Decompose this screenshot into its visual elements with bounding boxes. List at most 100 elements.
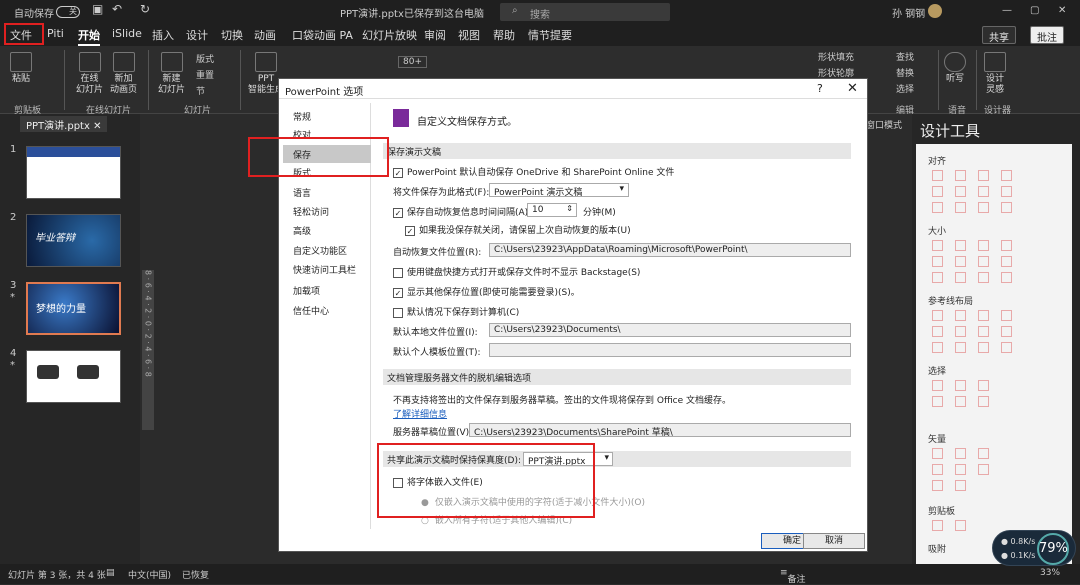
format-select[interactable]: PowerPoint 演示文稿 ▾ bbox=[489, 183, 629, 197]
autorecover-option[interactable]: ✓ 保存自动恢复信息时间间隔(A) bbox=[393, 205, 528, 218]
dictate-button[interactable]: 听写 bbox=[944, 52, 966, 85]
share-button[interactable]: 共享 bbox=[982, 26, 1016, 44]
save-to-pc-label: 默认情况下保存到计算机(C) bbox=[407, 308, 520, 318]
size-icons[interactable] bbox=[932, 272, 1012, 283]
vector-icons[interactable] bbox=[932, 480, 966, 491]
section-button[interactable]: 节 bbox=[196, 84, 205, 97]
close-icon[interactable]: ✕ bbox=[1058, 5, 1066, 16]
notes-button[interactable]: ≡ 备注 bbox=[780, 568, 806, 585]
paste-button[interactable]: 粘贴 bbox=[10, 52, 32, 85]
size-icons[interactable] bbox=[932, 256, 1012, 267]
minimize-icon[interactable]: — bbox=[1002, 5, 1012, 16]
tab-piti[interactable]: Piti bbox=[47, 27, 64, 40]
no-backstage-option[interactable]: 使用键盘快捷方式打开或保存文件时不显示 Backstage(S) bbox=[393, 265, 640, 278]
clipboard-icons[interactable] bbox=[932, 520, 966, 531]
show-more-locations-option[interactable]: ✓ 显示其他保存位置(即使可能需要登录)(S)。 bbox=[393, 285, 580, 298]
cancel-button[interactable]: 取消 bbox=[803, 533, 865, 549]
autosave-toggle[interactable]: 关 bbox=[56, 6, 80, 18]
document-tab[interactable]: PPT演讲.pptx ✕ bbox=[20, 116, 108, 133]
tab-help[interactable]: 帮助 bbox=[493, 27, 515, 43]
tab-storyboard[interactable]: 情节提要 bbox=[528, 27, 572, 43]
new-slide-button[interactable]: 新建 幻灯片 bbox=[158, 52, 185, 96]
select-icons[interactable] bbox=[932, 396, 989, 407]
nav-quick-access[interactable]: 快速访问工具栏 bbox=[283, 260, 371, 278]
user-name[interactable]: 孙 钢钢 bbox=[892, 5, 925, 20]
select-section: 选择 bbox=[928, 367, 947, 377]
replace-button[interactable]: 替换 bbox=[896, 66, 914, 79]
vector-icons[interactable] bbox=[932, 464, 989, 475]
align-icons[interactable] bbox=[932, 202, 1012, 213]
nav-language[interactable]: 语言 bbox=[283, 183, 371, 201]
save-icon[interactable]: ▣ bbox=[92, 2, 103, 16]
checkbox-checked[interactable]: ✓ bbox=[405, 225, 415, 236]
align-icons[interactable] bbox=[932, 186, 1012, 197]
align-icons[interactable] bbox=[932, 170, 1012, 181]
select-icons[interactable] bbox=[932, 380, 989, 391]
window-mode-label[interactable]: 窗口模式 bbox=[866, 118, 902, 131]
reset-button[interactable]: 重置 bbox=[196, 68, 214, 81]
keep-last-version-option[interactable]: ✓ 如果我没保存就关闭，请保留上次自动恢复的版本(U) bbox=[405, 223, 631, 236]
tab-animations[interactable]: 动画 bbox=[254, 27, 276, 43]
guides-icons[interactable] bbox=[932, 310, 1012, 321]
slide-thumbnail-2[interactable]: 毕业答辩 bbox=[26, 214, 121, 267]
font-size-select[interactable]: 80+ bbox=[398, 56, 427, 68]
autorecover-location-input[interactable]: C:\Users\23923\AppData\Roaming\Microsoft… bbox=[489, 243, 851, 257]
shape-fill-button[interactable]: 形状填充 bbox=[818, 50, 854, 63]
restore-icon[interactable]: ▢ bbox=[1030, 5, 1039, 16]
checkbox-checked[interactable]: ✓ bbox=[393, 167, 403, 178]
share-label: 共享 bbox=[989, 33, 1009, 44]
nav-addins[interactable]: 加载项 bbox=[283, 281, 371, 299]
designer-button[interactable]: 设计 灵感 bbox=[984, 52, 1006, 96]
online-slides-button[interactable]: 在线 幻灯片 bbox=[76, 52, 103, 96]
recovered-status: 已恢复 bbox=[182, 571, 210, 581]
default-local-input[interactable]: C:\Users\23923\Documents\ bbox=[489, 323, 851, 337]
checkbox-unchecked[interactable] bbox=[393, 267, 403, 278]
layout-button[interactable]: 版式 bbox=[196, 52, 214, 65]
redo-icon[interactable]: ↻ bbox=[140, 2, 150, 16]
checkbox-checked[interactable]: ✓ bbox=[393, 207, 403, 218]
checkbox-unchecked[interactable] bbox=[393, 307, 403, 318]
tab-islide[interactable]: iSlide bbox=[112, 27, 142, 40]
comments-button[interactable]: 批注 bbox=[1030, 26, 1064, 44]
checkbox-checked[interactable]: ✓ bbox=[393, 287, 403, 298]
save-to-computer-option[interactable]: 默认情况下保存到计算机(C) bbox=[393, 305, 519, 318]
nav-customize-ribbon[interactable]: 自定义功能区 bbox=[283, 241, 371, 259]
tab-home[interactable]: 开始 bbox=[78, 27, 100, 46]
drafts-location-input[interactable]: C:\Users\23923\Documents\SharePoint 草稿\ bbox=[469, 423, 851, 437]
size-icons[interactable] bbox=[932, 240, 1012, 251]
spellcheck-icon[interactable]: ▤ bbox=[106, 568, 115, 578]
autosave-cloud-option[interactable]: ✓ PowerPoint 默认自动保存 OneDrive 和 SharePoint… bbox=[393, 165, 674, 178]
tab-view[interactable]: 视图 bbox=[458, 27, 480, 43]
tab-file[interactable]: 文件 bbox=[10, 27, 32, 43]
learn-more-link[interactable]: 了解详细信息 bbox=[393, 407, 447, 420]
close-icon[interactable]: ✕ bbox=[847, 81, 858, 96]
language-status[interactable]: 中文(中国) bbox=[128, 568, 171, 581]
tab-review[interactable]: 审阅 bbox=[424, 27, 446, 43]
autorecover-interval-input[interactable]: 10 ⇕ bbox=[527, 203, 577, 217]
nav-advanced[interactable]: 高级 bbox=[283, 221, 371, 239]
nav-general[interactable]: 常规 bbox=[283, 107, 371, 125]
find-button[interactable]: 查找 bbox=[896, 50, 914, 63]
slide-thumbnail-3[interactable]: 梦想的力量 bbox=[26, 282, 121, 335]
new-anim-page-button[interactable]: 新加 动画页 bbox=[110, 52, 137, 96]
tab-transitions[interactable]: 切换 bbox=[221, 27, 243, 43]
tab-slideshow[interactable]: 幻灯片放映 bbox=[362, 27, 417, 43]
vector-icons[interactable] bbox=[932, 448, 989, 459]
tab-design[interactable]: 设计 bbox=[186, 27, 208, 43]
tab-insert[interactable]: 插入 bbox=[152, 27, 174, 43]
guides-icons[interactable] bbox=[932, 342, 1012, 353]
tab-pocket-animation[interactable]: 口袋动画 PA bbox=[292, 27, 353, 43]
nav-accessibility[interactable]: 轻松访问 bbox=[283, 202, 371, 220]
slide-thumbnail-1[interactable] bbox=[26, 146, 121, 199]
help-icon[interactable]: ? bbox=[817, 82, 823, 95]
avatar[interactable] bbox=[928, 4, 942, 18]
select-button[interactable]: 选择 bbox=[896, 82, 914, 95]
slide-thumbnail-4[interactable] bbox=[26, 350, 121, 403]
zoom-level[interactable]: 33% bbox=[1040, 568, 1060, 578]
undo-icon[interactable]: ↶ bbox=[112, 2, 122, 16]
nav-trust-center[interactable]: 信任中心 bbox=[283, 301, 371, 319]
template-location-input[interactable] bbox=[489, 343, 851, 357]
guides-icons[interactable] bbox=[932, 326, 1012, 337]
search-box[interactable]: ⌕ 搜索 bbox=[500, 3, 670, 21]
document-tab-strip: PPT演讲.pptx ✕ bbox=[0, 114, 140, 133]
